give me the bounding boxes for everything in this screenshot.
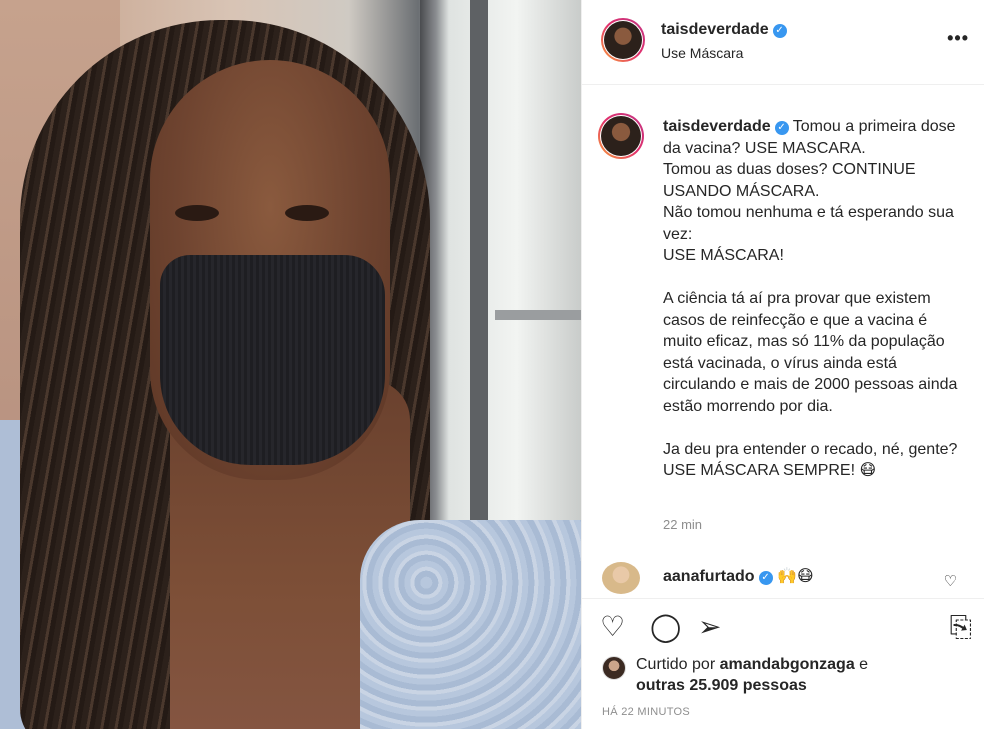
caption-timestamp[interactable]: 22 min [663,517,702,532]
verified-icon: ✓ [758,571,773,585]
verified-icon: ✓ [772,24,787,38]
likes-summary: Curtido por amandabgonzaga e outras 25.9… [636,654,868,696]
comment-text-block: aanafurtado ✓ 🙌😷 [663,566,814,586]
photo-window-frame [495,310,581,320]
likes-count[interactable]: outras 25.909 pessoas [636,677,807,694]
more-options-icon[interactable]: ••• [947,28,969,49]
author-avatar[interactable] [601,18,645,62]
photo-eye [175,205,219,221]
liker-avatar[interactable] [602,656,626,680]
comment-text: 🙌😷 [772,568,814,585]
caption-username[interactable]: taisdeverdade [663,118,771,135]
author-username[interactable]: taisdeverdade ✓ [661,21,787,39]
share-icon[interactable]: ➢ [698,612,721,642]
post-side-panel: taisdeverdade ✓ Use Máscara ••• taisdever… [581,0,984,729]
commenter-avatar[interactable] [602,562,640,594]
caption-text-block: taisdeverdade ✓ Tomou a primeira dose da … [663,116,963,482]
post-header: taisdeverdade ✓ Use Máscara ••• [582,0,984,85]
post-actions: ♡ ◯ ➢ ⎘ Curtido por amandabgonzaga e out… [582,598,984,729]
caption-text: Tomou a primeira dose da vacina? USE MAS… [663,118,958,479]
post-caption: taisdeverdade ✓ Tomou a primeira dose da … [582,100,984,550]
photo-mask [160,255,385,465]
post-time-ago[interactable]: HÁ 22 MINUTOS [602,706,690,718]
likes-prefix: Curtido por [636,656,720,673]
photo-eye [285,205,329,221]
post-location[interactable]: Use Máscara [661,45,743,61]
verified-icon: ✓ [774,121,789,135]
like-icon[interactable]: ♡ [600,612,625,642]
caption-author-avatar[interactable] [598,113,644,159]
comment-icon[interactable]: ◯ [650,612,681,642]
save-icon[interactable]: ⎘ [950,612,972,642]
comment-like-icon[interactable]: ♡ [944,572,957,590]
post-photo[interactable] [0,0,581,729]
author-username-text[interactable]: taisdeverdade [661,21,769,38]
photo-dress [360,520,581,729]
comment-username[interactable]: aanafurtado [663,568,755,585]
likes-mid: e [854,656,869,673]
comment-row: aanafurtado ✓ 🙌😷 ♡ [582,558,984,598]
liker-username[interactable]: amandabgonzaga [720,656,855,673]
